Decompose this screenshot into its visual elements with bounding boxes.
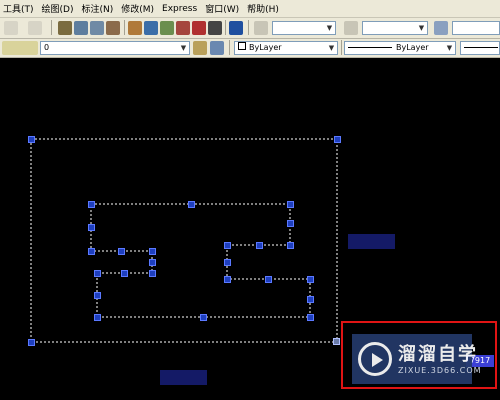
text-style-select[interactable]: ▼: [272, 21, 336, 35]
zoom-window-icon[interactable]: [90, 21, 104, 35]
menu-tools[interactable]: 工具(T): [0, 2, 39, 15]
tool-palettes-icon[interactable]: [160, 21, 174, 35]
grip-point[interactable]: [149, 259, 156, 266]
toolbar-separator: [225, 20, 226, 35]
grip-point[interactable]: [287, 201, 294, 208]
lineweight-select[interactable]: [460, 41, 500, 55]
pan-icon[interactable]: [58, 21, 72, 35]
table-style-select[interactable]: [452, 21, 500, 35]
layer-value: 0: [44, 43, 50, 52]
menu-help[interactable]: 帮助(H): [244, 2, 284, 15]
grip-point[interactable]: [118, 248, 125, 255]
grip-point[interactable]: [88, 248, 95, 255]
chevron-down-icon: ▼: [328, 44, 335, 52]
color-swatch: [238, 42, 246, 50]
menu-dimension[interactable]: 标注(N): [78, 2, 118, 15]
zoom-realtime-icon[interactable]: [74, 21, 88, 35]
calculator-icon[interactable]: [208, 21, 222, 35]
text-style-icon[interactable]: [254, 21, 268, 35]
grip-point[interactable]: [94, 314, 101, 321]
menu-express[interactable]: Express: [159, 4, 202, 14]
layer-manager-icon[interactable]: [193, 41, 207, 55]
dim-style-select[interactable]: ▼: [362, 21, 428, 35]
grip-point[interactable]: [121, 270, 128, 277]
toolbar-separator: [124, 20, 125, 35]
highlight-frame: [341, 321, 497, 389]
grip-point[interactable]: [333, 338, 340, 345]
toolbar-separator: [229, 40, 230, 55]
toolbar-separator: [248, 20, 249, 35]
grip-point[interactable]: [224, 259, 231, 266]
grip-point[interactable]: [88, 201, 95, 208]
grip-point[interactable]: [307, 276, 314, 283]
dimension-marker: [348, 234, 395, 249]
grip-point[interactable]: [28, 136, 35, 143]
menu-modify[interactable]: 修改(M): [118, 2, 159, 15]
sheet-set-icon[interactable]: [176, 21, 190, 35]
lineweight-preview: [464, 47, 498, 48]
redo-icon[interactable]: [28, 21, 42, 35]
layer-status-icon: [2, 41, 38, 55]
grip-point[interactable]: [287, 242, 294, 249]
grip-point[interactable]: [28, 339, 35, 346]
grip-point[interactable]: [94, 292, 101, 299]
help-icon[interactable]: [229, 21, 243, 35]
layer-select[interactable]: 0 ▼: [40, 41, 190, 55]
layer-previous-icon[interactable]: [210, 41, 224, 55]
inner-polyline[interactable]: [90, 203, 311, 318]
layers-toolbar: 0 ▼ ByLayer ▼ ByLayer ▼: [0, 39, 500, 58]
grip-point[interactable]: [307, 296, 314, 303]
table-style-icon[interactable]: [434, 21, 448, 35]
toolbar-separator: [341, 40, 342, 55]
grip-point[interactable]: [149, 270, 156, 277]
outer-rectangle[interactable]: [30, 138, 338, 343]
linetype-value: ByLayer: [396, 43, 429, 52]
dim-style-icon[interactable]: [344, 21, 358, 35]
color-select[interactable]: ByLayer ▼: [234, 41, 338, 55]
zoom-previous-icon[interactable]: [106, 21, 120, 35]
standard-toolbar: ▼ ▼: [0, 18, 500, 39]
grip-point[interactable]: [334, 136, 341, 143]
grip-point[interactable]: [256, 242, 263, 249]
grip-point[interactable]: [287, 220, 294, 227]
grip-point[interactable]: [224, 276, 231, 283]
grip-point[interactable]: [307, 314, 314, 321]
properties-icon[interactable]: [128, 21, 142, 35]
chevron-down-icon: ▼: [180, 44, 187, 52]
grip-point[interactable]: [188, 201, 195, 208]
menu-draw[interactable]: 绘图(D): [39, 2, 79, 15]
grip-point[interactable]: [265, 276, 272, 283]
grip-point[interactable]: [224, 242, 231, 249]
chevron-down-icon: ▼: [446, 44, 453, 52]
grip-point[interactable]: [94, 270, 101, 277]
menu-bar: 工具(T) 绘图(D) 标注(N) 修改(M) Express 窗口(W) 帮助…: [0, 0, 500, 18]
design-center-icon[interactable]: [144, 21, 158, 35]
undo-icon[interactable]: [4, 21, 18, 35]
chevron-down-icon: ▼: [418, 24, 425, 32]
grip-point[interactable]: [149, 248, 156, 255]
linetype-select[interactable]: ByLayer ▼: [344, 41, 456, 55]
grip-point[interactable]: [88, 224, 95, 231]
toolbar-separator: [51, 20, 52, 35]
linetype-preview: [348, 47, 392, 48]
chevron-down-icon: ▼: [326, 24, 333, 32]
markup-icon[interactable]: [192, 21, 206, 35]
color-value: ByLayer: [249, 43, 282, 52]
menu-window[interactable]: 窗口(W): [202, 2, 244, 15]
dimension-marker: [160, 370, 207, 385]
grip-point[interactable]: [200, 314, 207, 321]
